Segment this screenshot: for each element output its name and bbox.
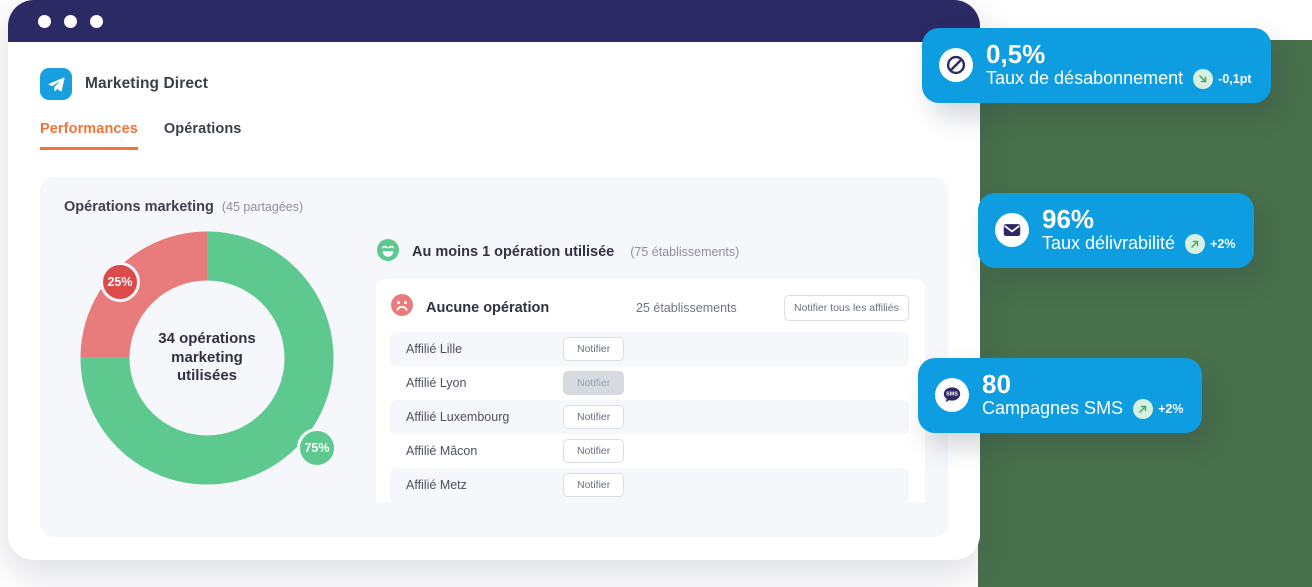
metric-value: 96%: [1042, 206, 1235, 233]
no-operation-title-group: Aucune opération: [390, 293, 636, 322]
legend-meta-used: (75 établissements): [630, 245, 739, 259]
metric-delta-group: +2%: [1185, 234, 1235, 254]
metric-value: 80: [982, 371, 1183, 398]
metric-value: 0,5%: [986, 41, 1252, 68]
window-dot-minimize[interactable]: [64, 15, 77, 28]
panel-header: Opérations marketing (45 partagées): [64, 199, 924, 215]
notify-button[interactable]: Notifier: [563, 473, 624, 497]
legend-item-used: Au moins 1 opération utilisée (75 établi…: [376, 233, 925, 271]
svg-text:SMS: SMS: [946, 391, 958, 397]
app-title: Marketing Direct: [85, 75, 208, 93]
donut-label-green: 75%: [297, 428, 337, 468]
window-dot-maximize[interactable]: [90, 15, 103, 28]
metric-label: Campagnes SMS: [982, 399, 1123, 419]
tab-performances[interactable]: Performances: [40, 121, 138, 150]
metric-delta-group: -0,1pt: [1193, 69, 1251, 89]
table-row: Affilié Metz Notifier: [390, 468, 909, 502]
screenshot-stage: Marketing Direct Performances Opérations…: [0, 0, 1312, 587]
metric-card-churn-rate[interactable]: 0,5% Taux de désabonnement -0,1pt: [922, 28, 1271, 103]
table-row: Affilié Lille Notifier: [390, 332, 909, 366]
metric-text-group: 80 Campagnes SMS +2%: [982, 371, 1183, 419]
no-entry-icon: [939, 48, 973, 82]
arrow-up-right-icon: [1185, 234, 1205, 254]
panel-title: Opérations marketing: [64, 199, 214, 215]
envelope-icon: [995, 213, 1029, 247]
no-operation-card: Aucune opération 25 établissements Notif…: [376, 279, 925, 502]
affiliate-name: Affilié Lyon: [406, 376, 563, 390]
no-operation-count: 25 établissements: [636, 301, 784, 315]
metric-delta-group: +2%: [1133, 399, 1183, 419]
app-header: Marketing Direct: [40, 42, 948, 100]
paper-plane-icon: [40, 68, 72, 100]
legend-label-used: Au moins 1 opération utilisée: [412, 244, 614, 260]
browser-window: Marketing Direct Performances Opérations…: [8, 0, 980, 560]
tab-bar: Performances Opérations: [40, 121, 948, 150]
sad-face-icon: [390, 293, 414, 322]
panel-subtitle: (45 partagées): [222, 200, 303, 214]
no-operation-header: Aucune opération 25 établissements Notif…: [390, 293, 909, 322]
donut-label-red: 25%: [100, 262, 140, 302]
operations-details: Au moins 1 opération utilisée (75 établi…: [364, 229, 925, 502]
metric-delta-value: -0,1pt: [1218, 72, 1251, 86]
arrow-up-right-icon: [1133, 399, 1153, 419]
table-row: Affilié Lyon Notifier: [390, 366, 909, 400]
metric-delta-value: +2%: [1158, 402, 1183, 416]
metric-delta-value: +2%: [1210, 237, 1235, 251]
happy-face-icon: [376, 238, 400, 267]
affiliate-name: Affilié Metz: [406, 478, 563, 492]
metric-bottom-row: Campagnes SMS +2%: [982, 399, 1183, 419]
panel-body: 34 opérations marketing utilisées 25% 75…: [64, 229, 924, 502]
sms-bubble-icon: SMS: [935, 378, 969, 412]
backdrop-green-block: [978, 38, 1312, 587]
window-dot-close[interactable]: [38, 15, 51, 28]
metric-label: Taux de désabonnement: [986, 69, 1183, 89]
metric-text-group: 0,5% Taux de désabonnement -0,1pt: [986, 41, 1252, 89]
affiliate-name: Affilié Lille: [406, 342, 563, 356]
arrow-down-right-icon: [1193, 69, 1213, 89]
metric-card-deliverability[interactable]: 96% Taux délivrabilité +2%: [978, 193, 1254, 268]
metric-label: Taux délivrabilité: [1042, 234, 1175, 254]
table-row: Affilié Mâcon Notifier: [390, 434, 909, 468]
no-operation-label: Aucune opération: [426, 300, 549, 316]
browser-content: Marketing Direct Performances Opérations…: [8, 42, 980, 560]
affiliate-name: Affilié Luxembourg: [406, 410, 563, 424]
notify-button[interactable]: Notifier: [563, 439, 624, 463]
metric-bottom-row: Taux délivrabilité +2%: [1042, 234, 1235, 254]
notify-button[interactable]: Notifier: [563, 337, 624, 361]
tab-operations[interactable]: Opérations: [164, 121, 242, 150]
metric-bottom-row: Taux de désabonnement -0,1pt: [986, 69, 1252, 89]
operations-panel: Opérations marketing (45 partagées): [40, 177, 948, 537]
notify-all-affiliates-button[interactable]: Notifier tous les affiliés: [784, 295, 909, 321]
metric-text-group: 96% Taux délivrabilité +2%: [1042, 206, 1235, 254]
affiliate-list: Affilié Lille Notifier Affilié Lyon Noti…: [390, 332, 909, 502]
metric-card-sms-campaigns[interactable]: SMS 80 Campagnes SMS +2%: [918, 358, 1202, 433]
affiliate-name: Affilié Mâcon: [406, 444, 563, 458]
donut-graphic: 34 opérations marketing utilisées 25% 75…: [78, 229, 336, 487]
browser-titlebar: [8, 0, 980, 42]
notify-button[interactable]: Notifier: [563, 371, 624, 395]
notify-button[interactable]: Notifier: [563, 405, 624, 429]
donut-chart: 34 opérations marketing utilisées 25% 75…: [64, 229, 364, 502]
table-row: Affilié Luxembourg Notifier: [390, 400, 909, 434]
